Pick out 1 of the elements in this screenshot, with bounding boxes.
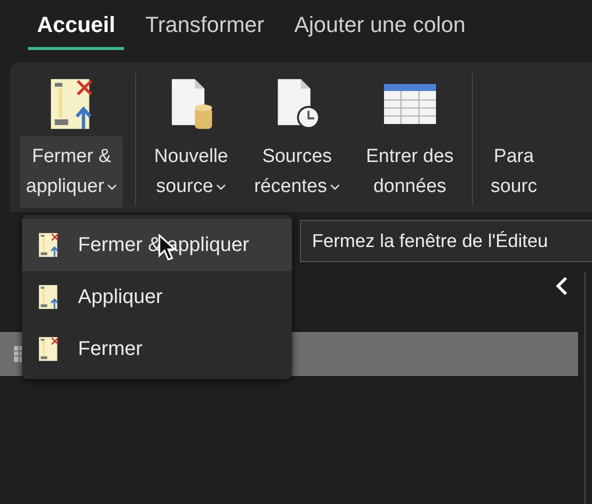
tooltip: Fermez la fenêtre de l'Éditeu — [300, 220, 592, 262]
